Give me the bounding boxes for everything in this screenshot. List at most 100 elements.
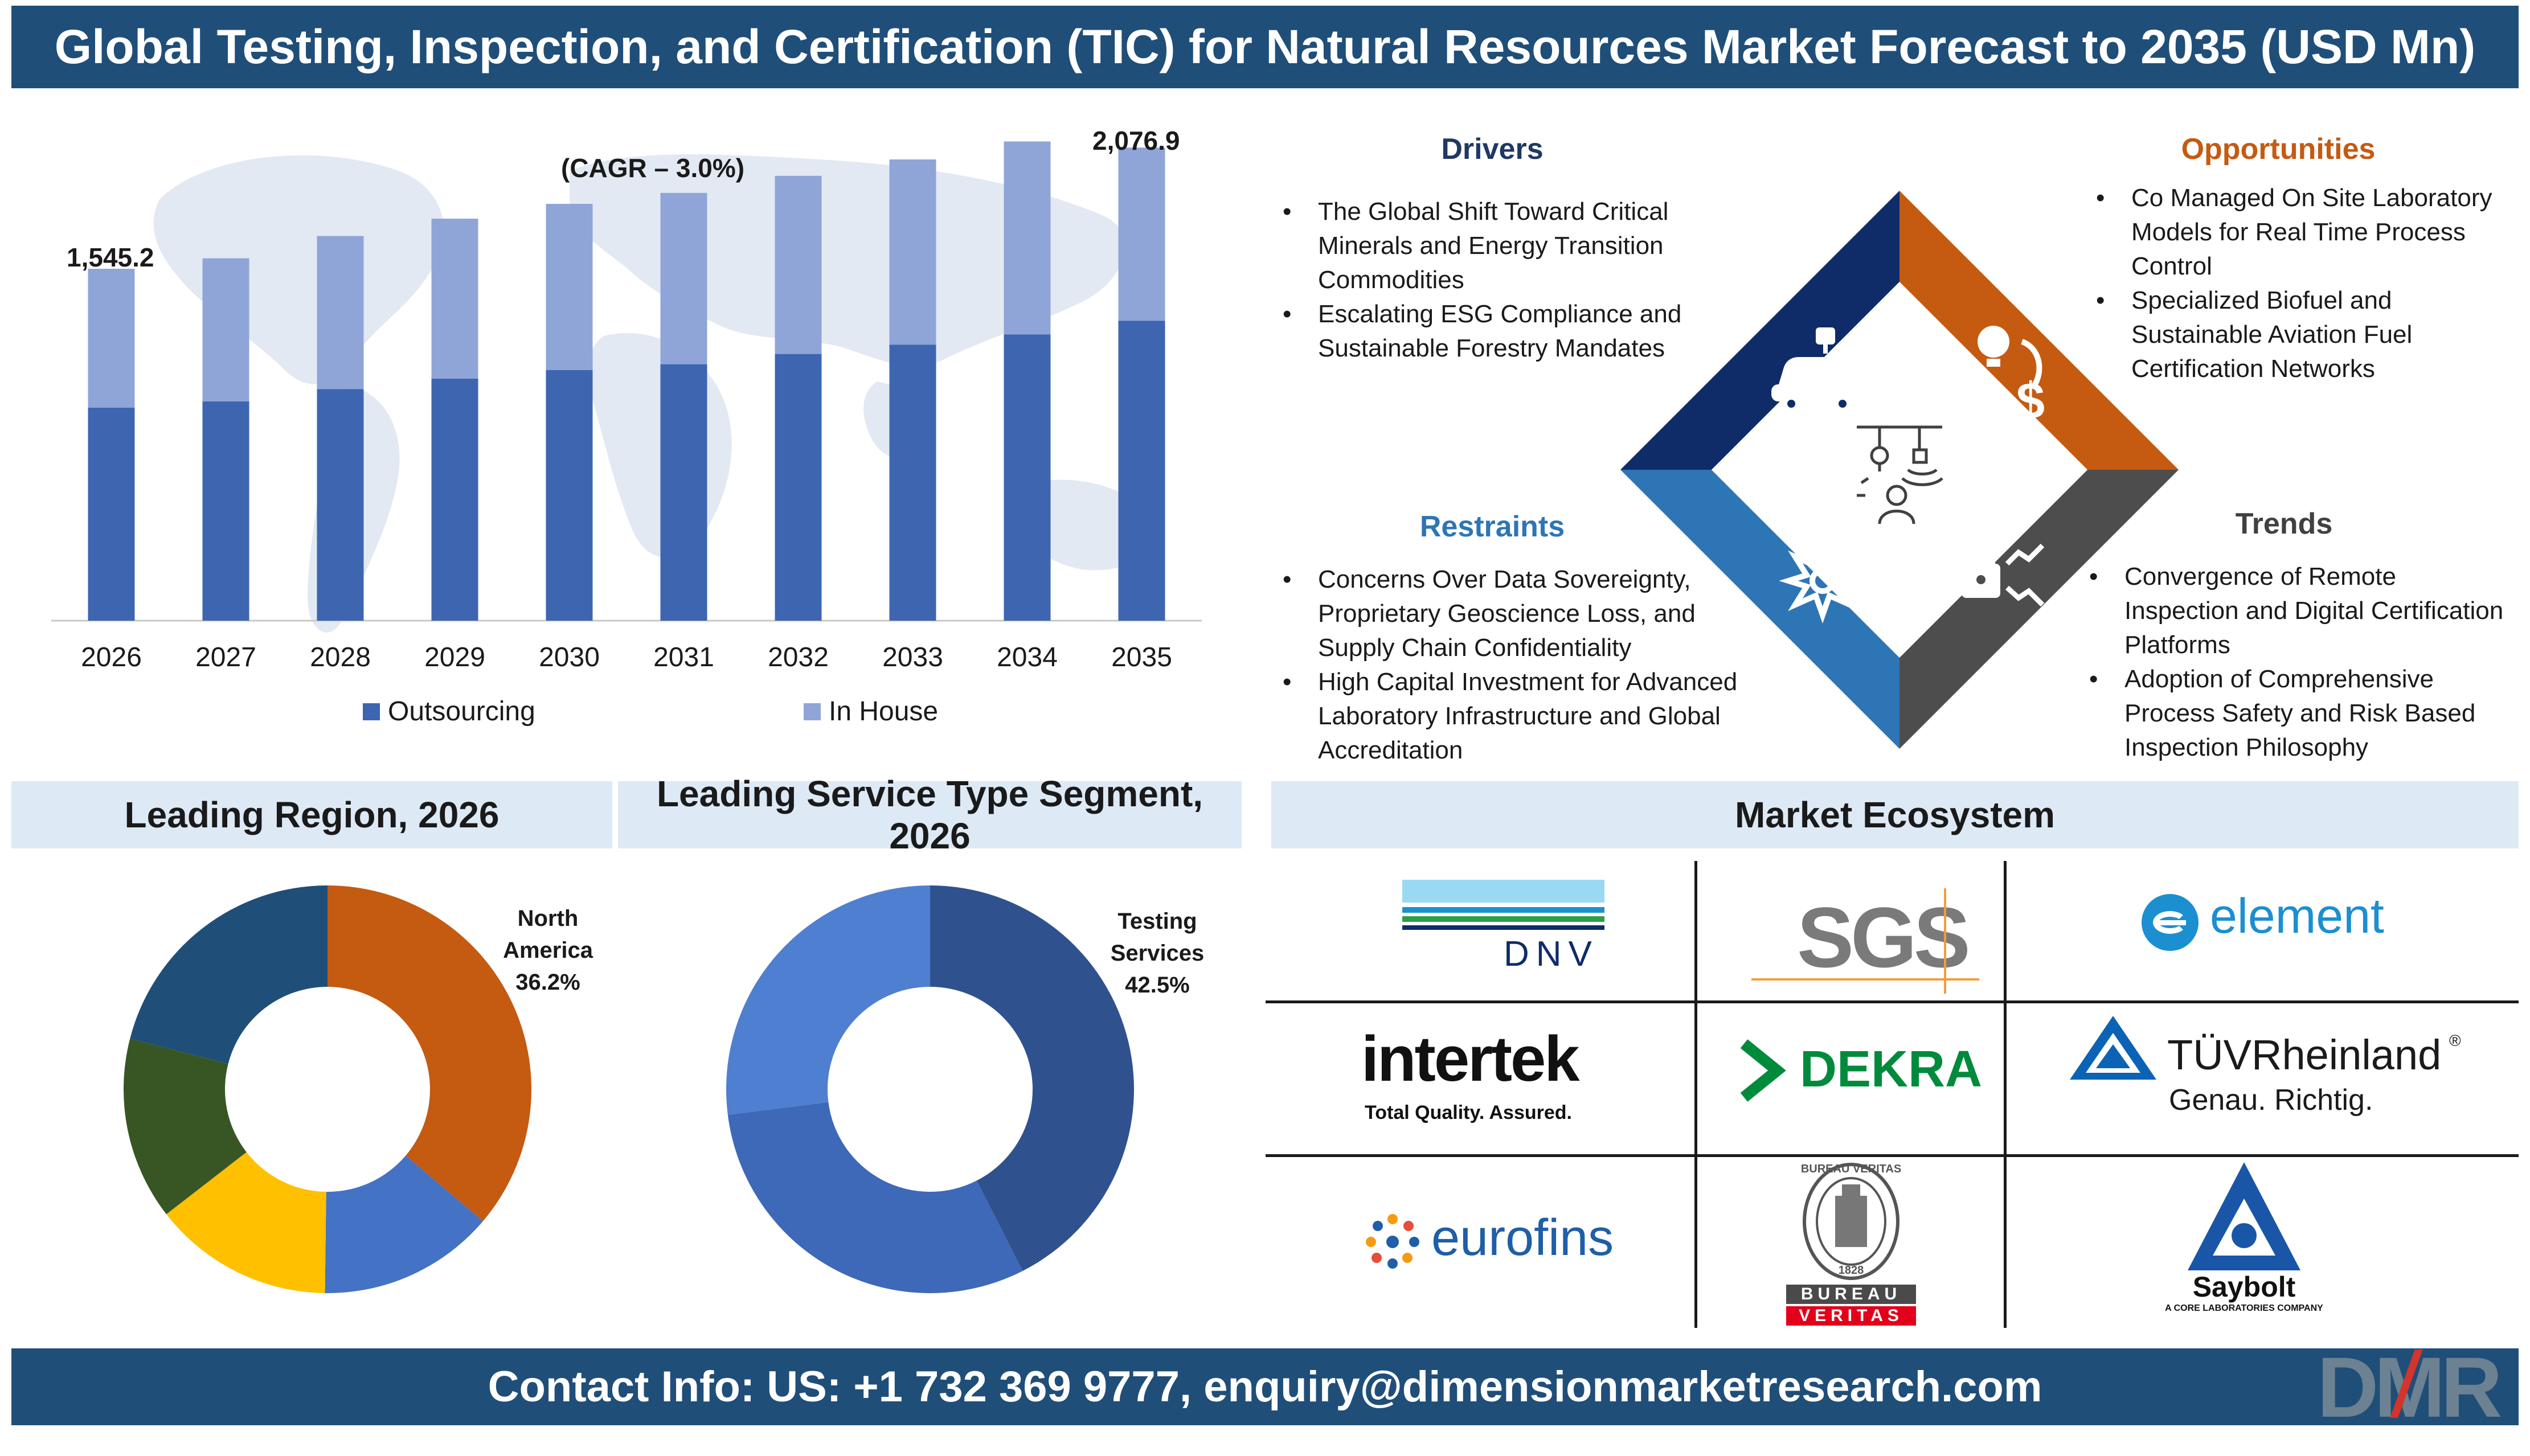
trends-title: Trends bbox=[2235, 507, 2333, 540]
restraints-title: Restraints bbox=[1419, 510, 1565, 543]
legend-outsourcing: Outsourcing bbox=[363, 696, 535, 727]
intertek-wordmark: intertek bbox=[1361, 1023, 1580, 1094]
bar-in-house-2028 bbox=[317, 236, 364, 389]
ecosystem-grid-line bbox=[1694, 861, 1697, 1003]
region-label-pct: 36.2% bbox=[515, 970, 580, 995]
bar-in-house-2032 bbox=[775, 175, 822, 354]
bar-outsourcing-2032 bbox=[775, 354, 822, 621]
ecosystem-grid-line bbox=[2004, 1003, 2007, 1157]
bar-outsourcing-2033 bbox=[889, 344, 936, 621]
region-label-line2: America bbox=[503, 938, 593, 963]
legend-label-outsourcing: Outsourcing bbox=[388, 696, 535, 727]
drivers-title: Drivers bbox=[1441, 133, 1544, 166]
donut-slice-4 bbox=[130, 885, 327, 1064]
bar-outsourcing-2027 bbox=[202, 401, 249, 621]
saybolt-tagline: A CORE LABORATORIES COMPANY bbox=[2165, 1303, 2323, 1313]
x-tick-label: 2027 bbox=[195, 642, 256, 672]
tuv-triangle-icon bbox=[2070, 1016, 2156, 1080]
x-tick-label: 2033 bbox=[882, 642, 943, 672]
x-tick-label: 2034 bbox=[997, 642, 1058, 672]
dnv-stripe bbox=[1402, 925, 1604, 930]
eurofins-logo: eurofins bbox=[1364, 1204, 1660, 1273]
service-donut-label: Testing Services 42.5% bbox=[1089, 905, 1226, 1001]
service-donut-chart bbox=[726, 885, 1134, 1293]
bar-annotation-2035: 2,076.9 bbox=[1092, 126, 1180, 155]
dnv-stripe bbox=[1402, 916, 1604, 922]
service-label-pct: 42.5% bbox=[1125, 973, 1190, 998]
legend-label-in-house: In House bbox=[829, 696, 939, 727]
element-icon bbox=[2142, 894, 2199, 951]
ecosystem-grid-line bbox=[2004, 1157, 2007, 1328]
bar-in-house-2027 bbox=[202, 258, 249, 401]
eurofins-wordmark: eurofins bbox=[1431, 1209, 1614, 1266]
legend-swatch-in-house bbox=[804, 703, 821, 720]
element-wordmark: element bbox=[2210, 889, 2384, 944]
x-tick-label: 2029 bbox=[424, 642, 485, 672]
tuv-tagline: Genau. Richtig. bbox=[2169, 1084, 2373, 1117]
ecosystem-grid-line bbox=[1266, 1154, 2519, 1157]
bar-outsourcing-2035 bbox=[1118, 321, 1165, 621]
stacked-bar-chart: 2026 2027 2028 2029 2030 2031 2032 2033 2034 2035 bbox=[51, 141, 1202, 672]
service-section-header: Leading Service Type Segment, 2026 bbox=[618, 773, 1242, 856]
bar-in-house-2030 bbox=[546, 204, 593, 370]
saybolt-wordmark: Saybolt bbox=[2192, 1271, 2296, 1303]
intertek-tagline: Total Quality. Assured. bbox=[1365, 1102, 1572, 1123]
svg-text:$: $ bbox=[2016, 373, 2045, 430]
bar-outsourcing-2031 bbox=[660, 364, 707, 621]
element-logo: element bbox=[2142, 888, 2426, 951]
opportunities-title: Opportunities bbox=[2181, 133, 2376, 166]
x-tick-label: 2026 bbox=[81, 642, 142, 672]
bar-in-house-2035 bbox=[1118, 147, 1165, 321]
bureau-veritas-logo: BUREAU VERITAS 1828 BUREAU VERITAS bbox=[1783, 1162, 1919, 1327]
donut-slice-1 bbox=[727, 1102, 1023, 1293]
ecosystem-grid-line bbox=[1694, 1003, 1697, 1157]
dekra-logo: DEKRA bbox=[1737, 1033, 1982, 1102]
region-donut-label: North America 36.2% bbox=[480, 903, 616, 998]
tuv-registered: ® bbox=[2449, 1032, 2461, 1049]
x-tick-label: 2028 bbox=[310, 642, 371, 672]
x-tick-label: 2035 bbox=[1111, 642, 1172, 672]
eurofins-dots-icon bbox=[1366, 1214, 1419, 1269]
dnv-stripe bbox=[1402, 880, 1604, 903]
legend-swatch-outsourcing bbox=[363, 703, 380, 720]
dmr-logo-icon: DMR bbox=[2317, 1338, 2522, 1435]
bureau-veritas-seal-icon bbox=[1803, 1163, 1899, 1280]
x-tick-label: 2031 bbox=[653, 642, 714, 672]
dekra-wordmark: DEKRA bbox=[1800, 1041, 1983, 1098]
region-donut-chart bbox=[124, 885, 531, 1293]
dekra-chevron-icon bbox=[1740, 1039, 1786, 1102]
saybolt-logo: Saybolt A CORE LABORATORIES COMPANY bbox=[2159, 1159, 2330, 1324]
bureau-veritas-year: 1828 bbox=[1838, 1264, 1864, 1277]
bar-in-house-2026 bbox=[88, 269, 135, 408]
service-label-line2: Services bbox=[1110, 941, 1205, 966]
x-tick-label: 2032 bbox=[768, 642, 829, 672]
saybolt-triad-icon bbox=[2188, 1162, 2300, 1270]
dnv-wordmark: DNV bbox=[1504, 934, 1599, 974]
sgs-logo: SGS bbox=[1751, 888, 1979, 994]
bar-outsourcing-2034 bbox=[1004, 334, 1051, 621]
bar-annotation-2026: 1,545.2 bbox=[67, 243, 154, 272]
ecosystem-grid-line bbox=[2004, 861, 2007, 1003]
bar-in-house-2029 bbox=[431, 219, 478, 379]
sgs-wordmark: SGS bbox=[1797, 889, 1971, 985]
page-title: Global Testing, Inspection, and Certific… bbox=[11, 6, 2519, 88]
donut-slice-2 bbox=[726, 885, 930, 1115]
service-label-line1: Testing bbox=[1117, 909, 1197, 934]
bureau-veritas-top: BUREAU bbox=[1786, 1285, 1916, 1304]
cagr-annotation: (CAGR – 3.0%) bbox=[561, 153, 745, 183]
tuv-wordmark: TÜVRheinland bbox=[2167, 1031, 2442, 1078]
dro-diamond-graphic: $ bbox=[1620, 191, 2179, 749]
bar-in-house-2033 bbox=[889, 159, 936, 345]
ecosystem-grid-line bbox=[1266, 1000, 2519, 1003]
tuv-logo: TÜVRheinland ® Genau. Richtig. bbox=[2068, 1014, 2489, 1122]
region-section-header: Leading Region, 2026 bbox=[11, 781, 612, 848]
bar-outsourcing-2026 bbox=[88, 408, 135, 621]
x-tick-label: 2030 bbox=[539, 642, 600, 672]
bureau-veritas-bottom: VERITAS bbox=[1786, 1306, 1916, 1326]
intertek-logo: intertek Total Quality. Assured. bbox=[1361, 1022, 1646, 1125]
bar-outsourcing-2028 bbox=[317, 389, 364, 621]
ecosystem-section-header: Market Ecosystem bbox=[1271, 781, 2519, 848]
contact-footer: Contact Info: US: +1 732 369 9777, enqui… bbox=[11, 1348, 2519, 1425]
bar-in-house-2034 bbox=[1004, 141, 1051, 335]
dnv-stripe bbox=[1402, 907, 1604, 913]
